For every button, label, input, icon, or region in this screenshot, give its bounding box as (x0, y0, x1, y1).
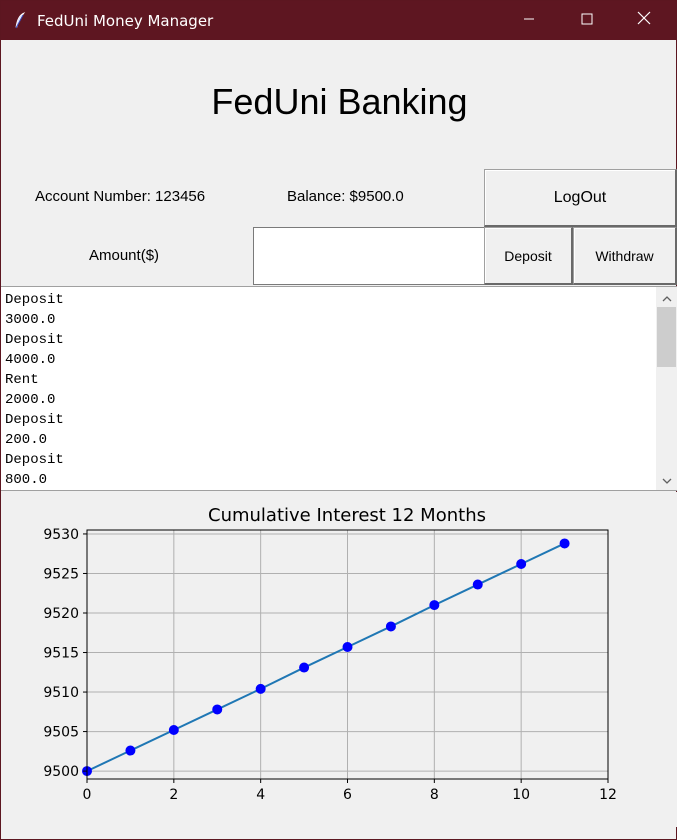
y-tick-label: 9525 (43, 566, 79, 582)
deposit-button[interactable]: Deposit (484, 227, 573, 285)
feather-icon (14, 12, 26, 29)
maximize-button[interactable] (564, 1, 610, 40)
data-point (125, 745, 136, 756)
data-point (212, 704, 223, 715)
close-button[interactable] (621, 1, 667, 40)
transaction-line: 800.0 (5, 472, 48, 488)
data-point (472, 579, 483, 590)
log-scrollbar[interactable] (656, 287, 677, 490)
close-icon (637, 11, 651, 30)
amount-label: Amount($) (89, 247, 160, 264)
series-line (86, 542, 566, 772)
transaction-line: Rent (5, 372, 39, 388)
data-point (559, 538, 570, 549)
scroll-up-button[interactable] (656, 289, 677, 307)
y-tick-label: 9515 (43, 646, 79, 662)
app-window: FedUni Money Manager FedUni Banking Acco… (0, 0, 677, 840)
logout-button[interactable]: LogOut (484, 169, 677, 227)
title-bar[interactable]: FedUni Money Manager (1, 1, 677, 40)
chart-title: Cumulative Interest 12 Months (208, 505, 486, 526)
x-tick-label: 10 (512, 787, 530, 803)
chart-series (82, 538, 570, 777)
chevron-up-icon (662, 289, 672, 307)
y-tick-label: 9500 (43, 764, 79, 780)
data-point (255, 683, 266, 694)
data-point (299, 662, 310, 673)
data-point (385, 621, 396, 632)
transaction-log[interactable]: Deposit 3000.0 Deposit 4000.0 Rent 2000.… (1, 286, 677, 491)
x-tick-label: 12 (599, 787, 617, 803)
data-point (168, 724, 179, 735)
scroll-thumb[interactable] (657, 307, 676, 367)
data-point (429, 600, 440, 611)
y-tick-label: 9510 (43, 685, 79, 701)
data-point (342, 641, 353, 652)
transaction-line: Deposit (5, 292, 64, 308)
transaction-line: Deposit (5, 412, 64, 428)
transaction-line: Deposit (5, 452, 64, 468)
minimize-button[interactable] (506, 1, 552, 40)
interest-chart: Cumulative Interest 12 Months 0 2 4 6 8 10 12 9… (1, 492, 677, 827)
transaction-line: Deposit (5, 332, 64, 348)
scroll-down-button[interactable] (656, 472, 677, 490)
transaction-line: 2000.0 (5, 392, 56, 408)
page-title: FedUni Banking (211, 81, 468, 122)
x-tick-label: 0 (83, 787, 92, 803)
window-title: FedUni Money Manager (37, 12, 214, 30)
balance-label: Balance: $9500.0 (287, 188, 404, 205)
chart-axes: 0 2 4 6 8 10 12 9500 9505 9510 9515 9520 9525 9530 (43, 527, 617, 803)
transaction-line: 200.0 (5, 432, 48, 448)
x-tick-label: 2 (169, 787, 178, 803)
x-tick-label: 4 (256, 787, 265, 803)
amount-input[interactable] (253, 227, 484, 285)
withdraw-button[interactable]: Withdraw (573, 227, 677, 285)
maximize-icon (581, 12, 593, 30)
x-tick-label: 6 (343, 787, 352, 803)
x-tick-label: 8 (430, 787, 439, 803)
data-point (516, 558, 527, 569)
transaction-line: 3000.0 (5, 312, 56, 328)
minimize-icon (523, 12, 535, 30)
y-tick-label: 9530 (43, 527, 79, 543)
chart-grid (86, 530, 609, 779)
chevron-down-icon (662, 472, 672, 490)
account-number-label: Account Number: 123456 (35, 188, 206, 205)
y-tick-label: 9505 (43, 725, 79, 741)
transaction-list: Deposit 3000.0 Deposit 4000.0 Rent 2000.… (5, 290, 64, 490)
y-tick-label: 9520 (43, 606, 79, 622)
transaction-line: 4000.0 (5, 352, 56, 368)
chart-canvas: Cumulative Interest 12 Months 0 2 4 6 8 10 12 9… (43, 505, 617, 803)
